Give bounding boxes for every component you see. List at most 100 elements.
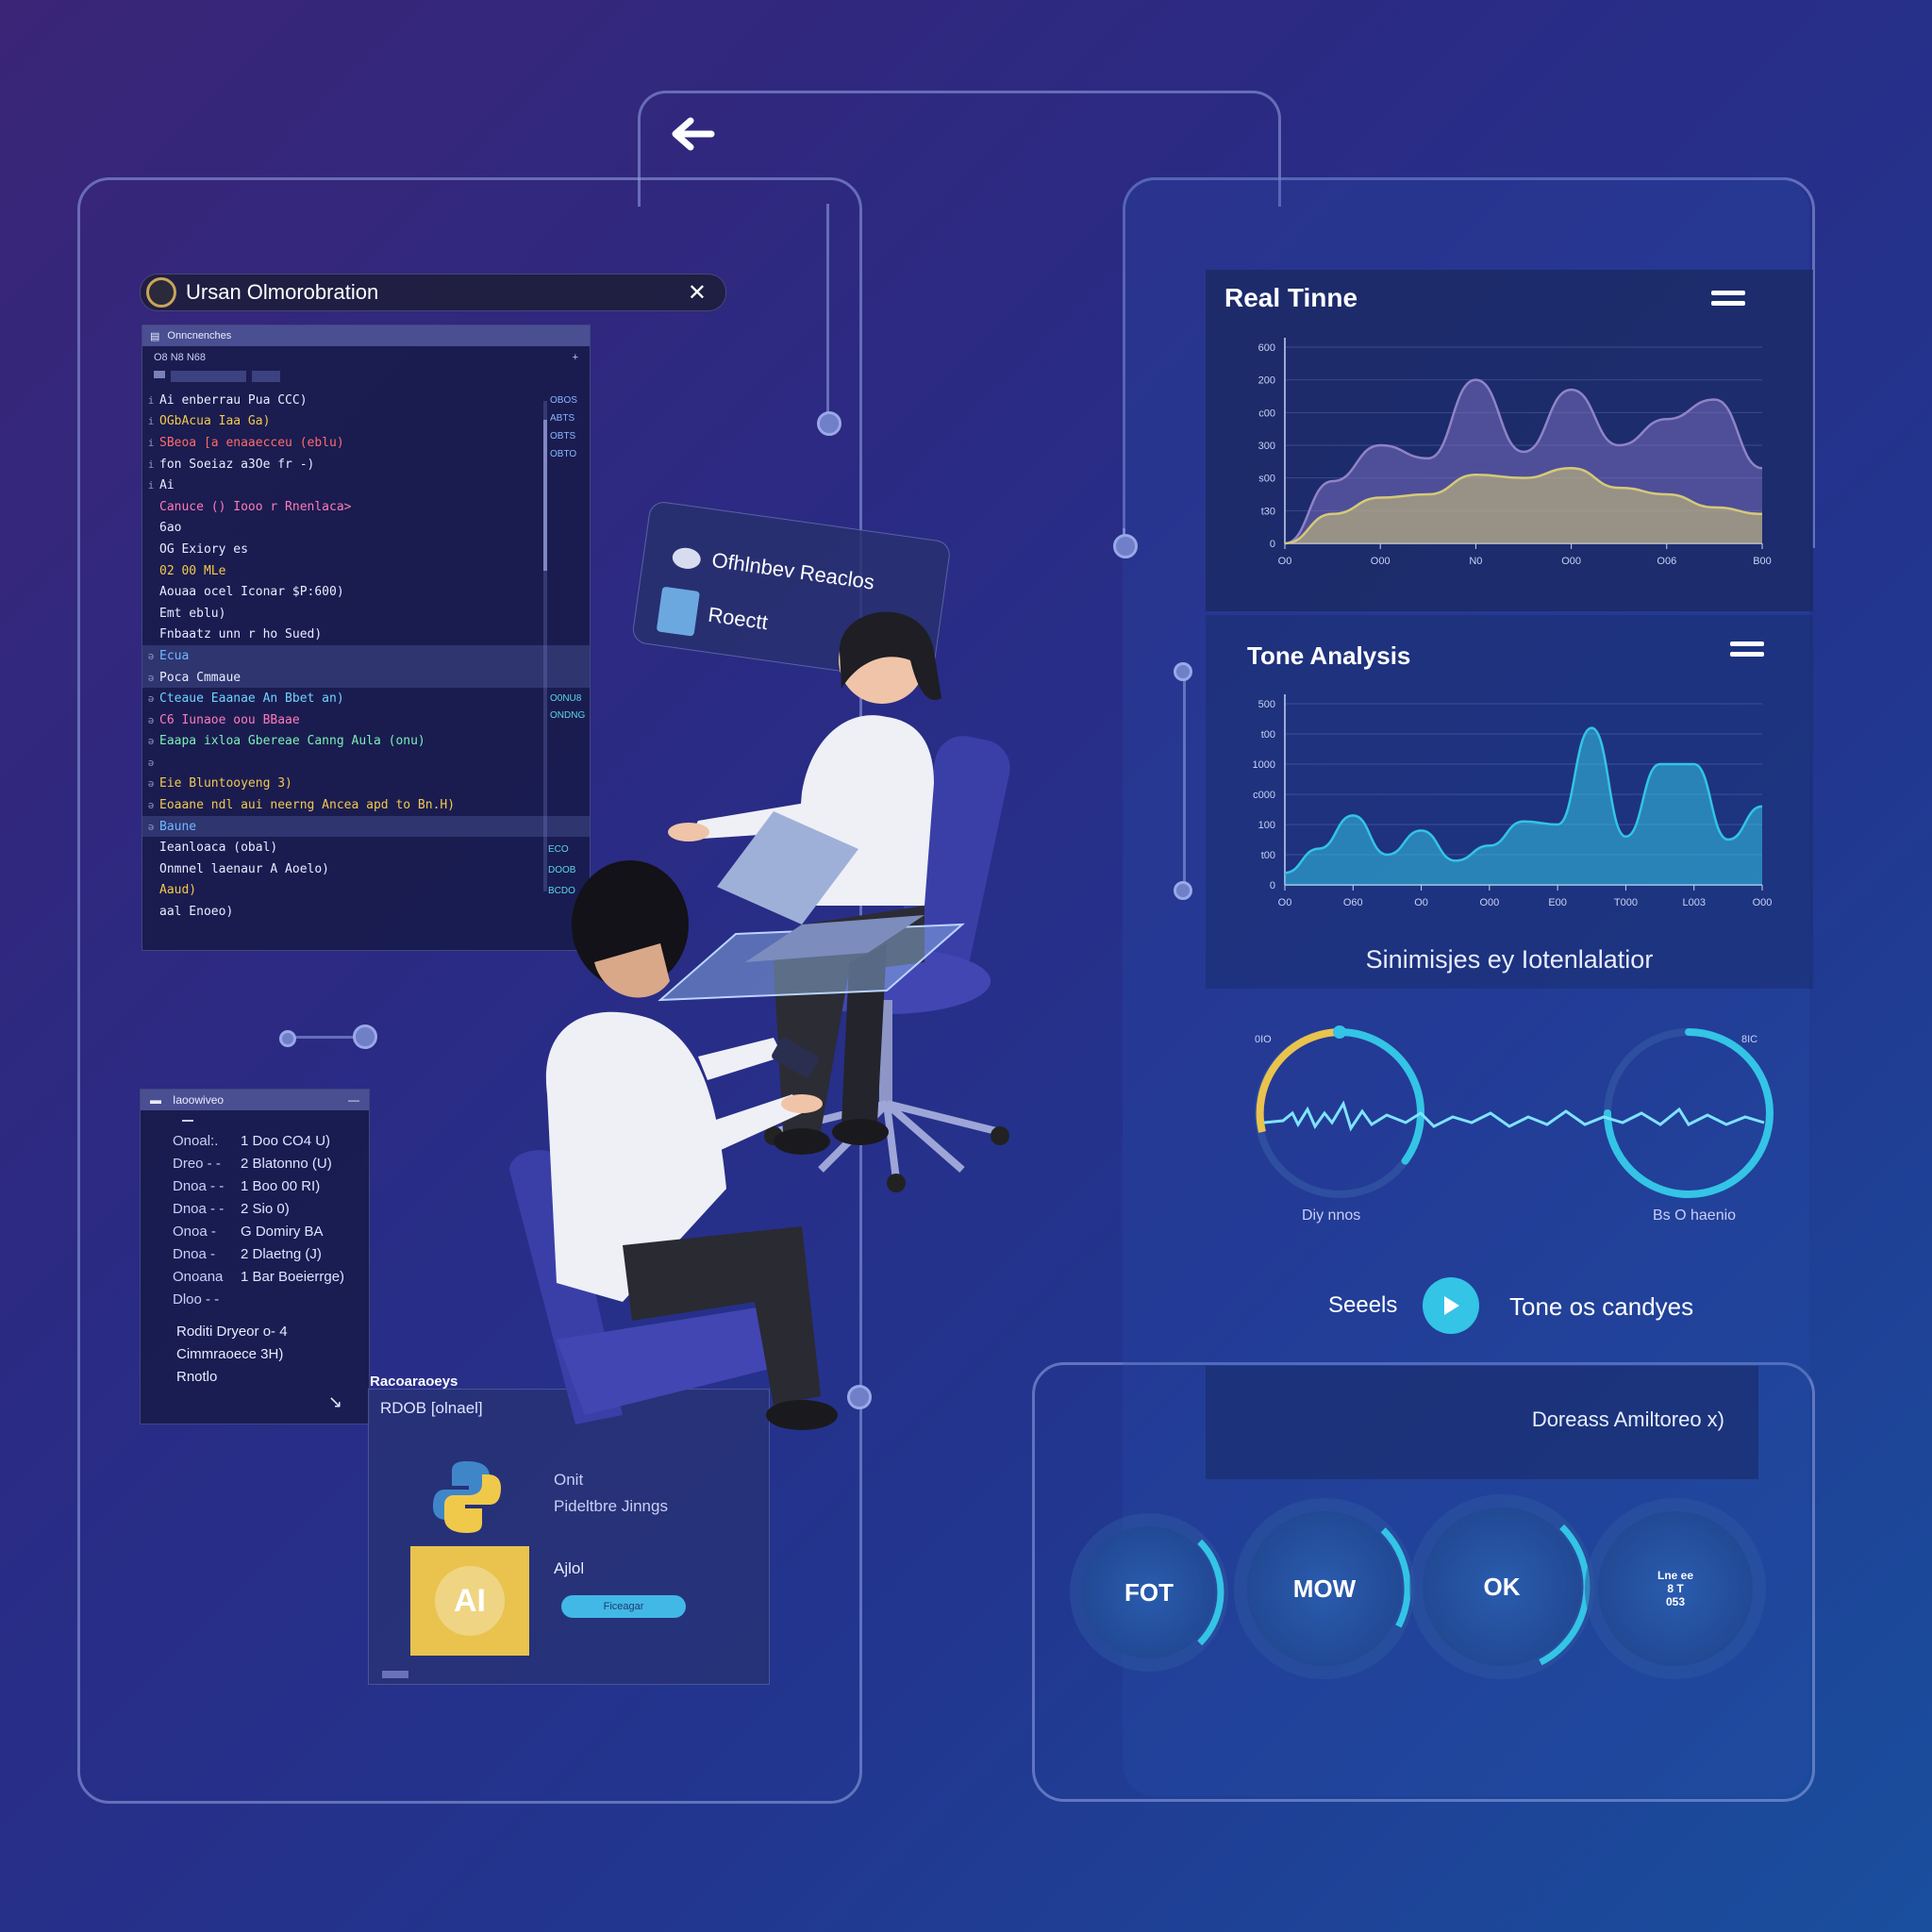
code-text: Baune — [159, 819, 197, 834]
list-item-value: 2 Sio 0) — [241, 1200, 290, 1217]
ai-badge-text: AI — [454, 1582, 486, 1619]
play-icon — [1444, 1296, 1459, 1315]
series-area — [1285, 727, 1762, 885]
x-tick-label: O60 — [1343, 897, 1363, 908]
add-icon[interactable]: + — [573, 352, 578, 363]
footer-line: Roditi Dryeor o- 4 — [176, 1324, 288, 1340]
resource-item-2-button[interactable]: Ficeagar — [561, 1595, 686, 1618]
timeline-title: Iaoowiveo — [173, 1093, 225, 1107]
controls-right-label[interactable]: Tone os candyes — [1509, 1292, 1693, 1322]
code-text: Eie Bluntooyeng 3) — [159, 776, 292, 791]
round-button-label: Lne ee 8 T 053 — [1657, 1569, 1693, 1608]
round-button-label: OK — [1483, 1572, 1521, 1601]
gauge-left-knob[interactable] — [1333, 1025, 1346, 1039]
code-text: SBeoa [a enaaecceu (eblu) — [159, 435, 344, 450]
gutter-marker: ǝ — [147, 671, 155, 684]
summary-box[interactable]: Doreass Amiltoreo x) — [1206, 1366, 1758, 1479]
resource-item-1-desc: Pideltbre Jinngs — [554, 1497, 668, 1515]
connector-node — [353, 1024, 377, 1049]
code-text: Canuce () Iooo r Rnenlaca> — [159, 499, 352, 514]
code-text: Ecua — [159, 648, 190, 663]
list-item[interactable]: Dnoa - 2 Dlaetng (J) — [173, 1242, 369, 1265]
x-tick-label: L003 — [1682, 897, 1705, 908]
list-item[interactable]: Dnoa - - 2 Sio 0) — [173, 1197, 369, 1220]
x-tick-label: N0 — [1469, 556, 1482, 567]
list-item-key: Onoa - — [173, 1223, 216, 1240]
editor-tab-bar: ▤ Onncnenches — [142, 325, 590, 346]
resources-scroll-indicator[interactable] — [382, 1671, 408, 1678]
round-button[interactable]: MOW — [1247, 1511, 1411, 1666]
editor-toolbar-text: O8 N8 N68 — [154, 352, 207, 363]
list-item-value: G Domiry BA — [241, 1223, 324, 1240]
code-text: Fnbaatz unn r ho Sued) — [159, 627, 323, 642]
gutter-marker: ǝ — [147, 820, 155, 833]
round-button-label: FOT — [1124, 1577, 1174, 1607]
back-button[interactable] — [666, 113, 723, 160]
list-item[interactable]: Onoana 1 Bar Boeierrge) — [173, 1265, 369, 1288]
gutter-marker: ǝ — [147, 756, 155, 769]
code-text: Cteaue Eaanae An Bbet an) — [159, 691, 344, 707]
editor-progress — [154, 371, 578, 384]
list-item-key: Dnoa - - — [173, 1200, 225, 1217]
ai-badge: AI — [435, 1566, 505, 1636]
gutter-marker: i — [147, 458, 155, 471]
code-text: C6 Iunaoe oou BBaae — [159, 712, 300, 727]
waveform — [1263, 1100, 1765, 1132]
round-button[interactable]: FOT — [1083, 1526, 1224, 1658]
list-item[interactable]: Dnoa - - 1 Boo 00 RI) — [173, 1174, 369, 1197]
gauge-left-label: Diy nnos — [1302, 1208, 1361, 1224]
gutter-marker: i — [147, 479, 155, 492]
tone-subtitle: Sinimisjes ey Iotenlalatior — [1365, 945, 1654, 974]
expand-icon[interactable]: ↘ — [328, 1392, 342, 1412]
ai-tile[interactable]: AI — [410, 1546, 529, 1656]
gutter-marker: i — [147, 393, 155, 407]
people-illustration — [509, 611, 1010, 1430]
code-line[interactable]: i SBeoa [a enaaecceu (eblu) — [142, 432, 590, 454]
list-item-key: Onoal:. — [173, 1132, 219, 1149]
scroll-thumb[interactable] — [543, 420, 547, 571]
code-text: OG Exiory es — [159, 541, 248, 557]
gutter-marker: i — [147, 415, 155, 428]
code-line[interactable]: i OGbAcua Iaa Ga) — [142, 411, 590, 433]
y-tick-label: 200 — [1258, 375, 1275, 387]
code-line[interactable]: i Ai enberrau Pua CCC) — [142, 390, 590, 411]
code-text: 6ao — [159, 521, 182, 536]
connector-node — [1113, 534, 1138, 558]
gutter-marker: ǝ — [147, 735, 155, 748]
gauges — [1255, 1025, 1774, 1198]
controls-left-label[interactable]: Seeels — [1328, 1292, 1397, 1319]
code-line[interactable]: Canuce () Iooo r Rnenlaca> — [142, 496, 590, 518]
side-tag: OBTS — [550, 431, 576, 441]
footer-line: Cimmraoece 3H) — [176, 1346, 284, 1362]
list-item[interactable]: Dreo - - 2 Blatonno (U) — [173, 1152, 369, 1174]
side-tag: ABTS — [550, 413, 575, 424]
list-item[interactable]: Onoa - G Domiry BA — [173, 1220, 369, 1242]
tone-panel: Tone Analysis 0 t00 100 c000 1000 t00 500 O0 O60… — [1206, 615, 1813, 989]
code-text: Ai enberrau Pua CCC) — [159, 392, 308, 408]
round-button[interactable]: Lne ee 8 T 053 — [1598, 1511, 1753, 1666]
y-tick-label: t30 — [1261, 506, 1275, 517]
code-text: fon Soeiaz a3Oe fr -) — [159, 457, 315, 472]
resources-title: Racoaraoeys — [370, 1374, 458, 1390]
play-button[interactable] — [1423, 1277, 1479, 1334]
code-text: Aouaa ocel Iconar $P:600) — [159, 585, 344, 600]
code-text: Poca Cmmaue — [159, 670, 242, 685]
list-item[interactable]: Dloo - - — [173, 1288, 369, 1310]
gutter-marker: i — [147, 436, 155, 449]
arrow-left-icon — [672, 117, 715, 151]
resource-item-1-name: Onit — [554, 1471, 584, 1489]
code-line[interactable]: 6ao — [142, 518, 590, 540]
code-line[interactable]: i Ai — [142, 475, 590, 496]
list-item[interactable]: Onoal:. 1 Doo CO4 U) — [173, 1129, 369, 1152]
x-tick-label: O00 — [1561, 556, 1581, 567]
code-window-title: Ursan Olmorobration — [186, 280, 379, 304]
y-tick-label: t00 — [1261, 729, 1275, 741]
round-button[interactable]: OK — [1423, 1507, 1591, 1666]
code-line[interactable]: OG Exiory es — [142, 539, 590, 560]
x-tick-label: O00 — [1371, 556, 1391, 567]
minimize-icon[interactable]: — — [348, 1093, 359, 1107]
close-icon[interactable]: ✕ — [688, 279, 707, 307]
code-text: 02 00 MLe — [159, 563, 226, 578]
code-line[interactable]: i fon Soeiaz a3Oe fr -) — [142, 454, 590, 475]
editor-tab[interactable]: Onncnenches — [167, 330, 231, 341]
